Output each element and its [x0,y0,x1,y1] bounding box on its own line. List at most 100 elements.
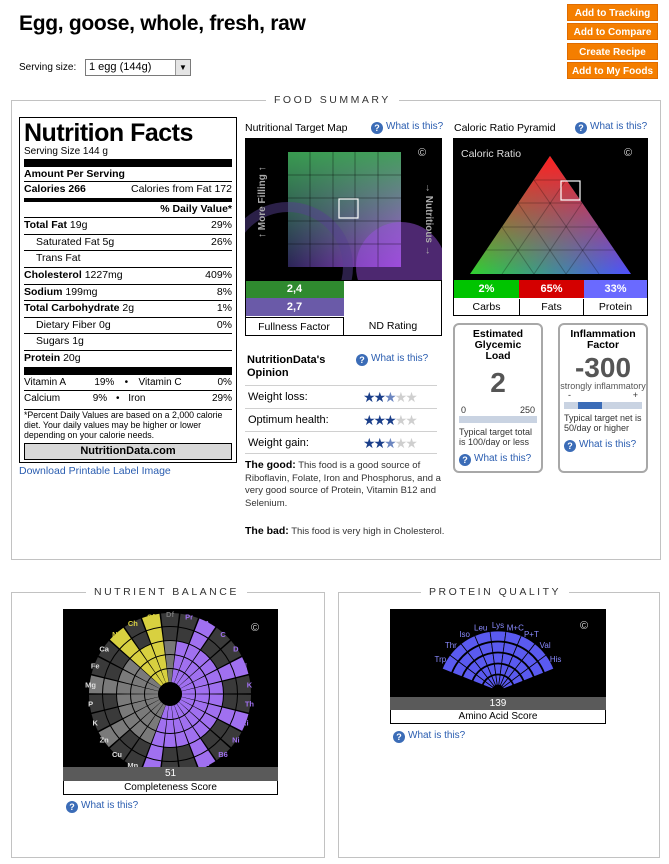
amino-acid-label: M+C [507,623,524,632]
fan-segment [489,630,507,642]
nf-label: Sodium [24,285,63,298]
pyramid-help[interactable]: ? What is this? [575,121,647,134]
nutrient-label: Na [112,630,122,639]
nf-pct: 1% [216,302,232,315]
nf-amount: 0g [99,318,111,331]
vitamin-pct: 29% [211,393,232,405]
star-rating-icon: ★★★★★ [363,435,418,451]
completeness-score-value: 51 [63,767,278,781]
opinion-row-optimum-health: Optimum health: ★★★★★ [245,408,437,431]
nf-pct: 409% [205,268,232,281]
amino-acid-label: Lys [492,621,504,630]
wheel-segment [117,694,132,707]
nutrient-label: Ca [99,645,109,654]
nf-amount: 199mg [65,285,98,298]
nutrient-label: Th [245,700,255,709]
scale-minus: - [568,390,571,400]
wheel-segment [164,733,176,747]
wheel-segment [162,627,178,641]
serving-size-text: Serving Size 144 g [24,146,108,157]
scale-plus: + [632,390,638,400]
add-to-my-foods-button[interactable]: Add to My Foods [567,62,658,79]
protein-label: Protein [598,301,633,313]
wheel-segment [177,744,194,761]
the-good-text: The good: This food is a good source of … [245,459,445,510]
amount-per-serving: Amount Per Serving [24,168,125,180]
protein-quality-chart: © Trp Thr Iso Leu Lys M+C P+T Val His [390,609,606,697]
glycemic-note: Typical target total is 100/day or less [459,427,533,447]
vitamin-pct: 19% [94,376,115,388]
nf-label: Total Carbohydrate [24,302,120,315]
serving-size-select[interactable]: 1 egg (144g) ▼ [85,59,191,76]
nutrient-label: E [242,662,247,671]
target-map-graphic: ↑ More Filling ↑ → Nutritious → © [223,147,446,332]
nf-amount: 20g [63,351,81,364]
the-good-label: The good: [245,459,296,471]
nutrient-label: P [88,700,93,709]
pyramid-heading: Caloric Ratio Pyramid [454,122,556,134]
nutrient-balance-heading: NUTRIENT BALANCE [86,586,247,598]
nf-pct: 8% [216,285,232,298]
glycemic-value: 2 [490,367,506,398]
vitamin-pct: 9% [92,393,108,405]
calories: Calories 266 [24,183,86,195]
wheel-segment [208,681,223,694]
opinion-help[interactable]: ? What is this? [356,353,428,366]
protein-quality-heading: PROTEIN QUALITY [421,586,570,598]
pyramid-chart-title: Caloric Ratio [461,148,521,160]
nutrient-label: Ch [128,619,138,628]
page-title: Egg, goose, whole, fresh, raw [19,12,306,35]
nf-amount: 1227mg [84,268,123,281]
wheel-segment [103,694,118,710]
inflammation-value: -300 [574,352,632,383]
inflammation-note: Typical target net is 50/day or higher [564,413,642,433]
carbs-label: Carbs [472,301,501,313]
nf-label: Sugars [36,335,70,348]
glycemic-heading: Estimated Glycemic Load [472,328,524,362]
question-icon: ? [356,354,368,366]
the-bad-label: The bad: [245,525,289,537]
protein-quality-help[interactable]: ? What is this? [393,730,465,743]
serving-size-value: 1 egg (144g) [89,61,152,73]
copyright-icon: © [580,620,588,632]
nutrient-label: Mg [85,680,96,689]
nutrient-label: Cu [112,750,122,759]
scale-min: 0 [461,405,467,415]
wheel-segment [164,641,176,655]
add-to-tracking-button[interactable]: Add to Tracking [567,4,658,21]
nutrient-label: Df [166,610,174,619]
vitamin-label: Vitamin A [24,376,67,388]
inflammation-help[interactable]: ? What is this? [564,439,646,452]
svg-text:→ Nutritious →: → Nutritious → [423,183,434,256]
question-icon: ? [66,801,78,813]
question-icon: ? [393,731,405,743]
opinion-row-weight-loss: Weight loss: ★★★★★ [245,385,437,408]
nutrient-label: Ri [241,718,249,727]
protein-pct: 33% [584,280,647,298]
nutrient-label: K [247,680,253,689]
inflammation-heading: Inflammation Factor [570,328,636,351]
nutrient-balance-help[interactable]: ? What is this? [66,800,138,813]
the-bad-text: The bad: This food is very high in Chole… [245,525,445,539]
fan-segment [491,641,505,653]
opinion-row-weight-gain: Weight gain: ★★★★★ [245,431,437,454]
add-to-compare-button[interactable]: Add to Compare [567,23,658,40]
glycemic-help[interactable]: ? What is this? [459,453,541,466]
svg-text:↑ More Filling ↑: ↑ More Filling ↑ [257,166,268,238]
amino-acid-label: His [550,655,562,664]
food-summary-heading: FOOD SUMMARY [266,94,399,106]
nf-label: Trans Fat [36,252,81,265]
star-rating-icon: ★★★★★ [363,389,418,405]
vitamin-label: Iron [128,393,146,405]
nutrient-label: D [233,645,239,654]
opinion-label: Optimum health: [248,414,329,426]
amino-acid-label: P+T [524,630,539,639]
vitamin-label: Calcium [24,393,61,405]
create-recipe-button[interactable]: Create Recipe [567,43,658,60]
star-rating-icon: ★★★★★ [363,412,418,428]
download-label-link[interactable]: Download Printable Label Image [19,465,171,477]
nf-amount: 5g [102,235,115,248]
question-icon: ? [575,122,587,134]
amino-acid-score-value: 139 [390,697,606,710]
target-map-help[interactable]: ? What is this? [371,121,443,134]
